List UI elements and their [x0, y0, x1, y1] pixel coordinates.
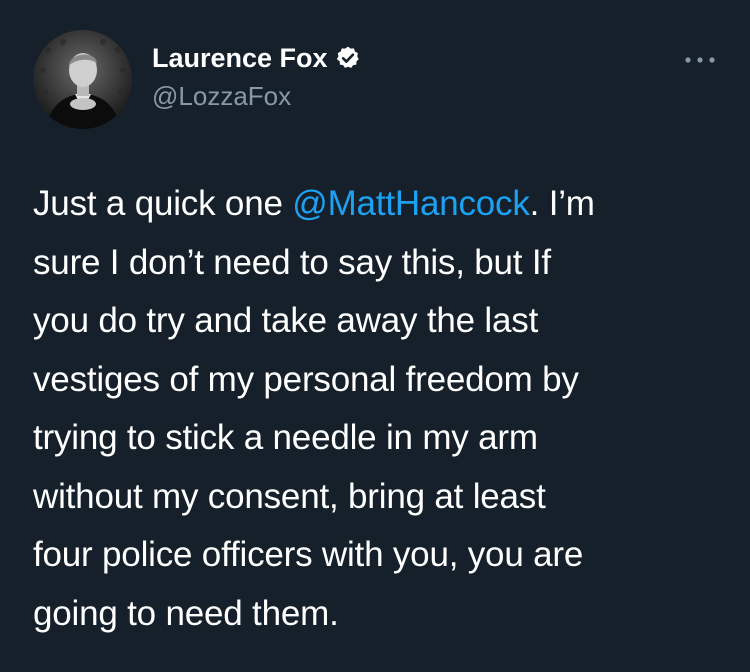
tweet-text-segment: . I’m — [529, 184, 595, 223]
user-handle[interactable]: @LozzaFox — [152, 80, 291, 112]
tweet-text: Just a quick one @MattHancock. I’m sure … — [33, 175, 733, 643]
tweet-line: sure I don’t need to say this, but If — [33, 242, 551, 282]
verified-badge-icon — [335, 45, 361, 71]
tweet-line: going to need them. — [33, 593, 339, 633]
tweet-line: trying to stick a needle in my arm — [33, 418, 538, 457]
tweet-line: vestiges of my personal freedom by — [33, 359, 579, 399]
avatar[interactable] — [33, 30, 132, 129]
more-dots-icon[interactable] — [682, 50, 718, 70]
tweet: Laurence Fox @LozzaFox Just a quick one … — [0, 0, 750, 672]
display-name[interactable]: Laurence Fox — [152, 42, 328, 74]
tweet-line: Just a quick one @MattHancock. I’m — [33, 175, 733, 234]
tweet-line: without my consent, bring at least — [33, 476, 546, 516]
avatar-photo — [33, 30, 132, 129]
author-name-row[interactable]: Laurence Fox — [152, 42, 361, 74]
tweet-line: you do try and take away the last — [33, 301, 539, 340]
mention-link[interactable]: @MattHancock — [292, 184, 530, 223]
tweet-text-segment: Just a quick one — [33, 184, 293, 223]
tweet-line: four police officers with you, you are — [33, 535, 584, 574]
